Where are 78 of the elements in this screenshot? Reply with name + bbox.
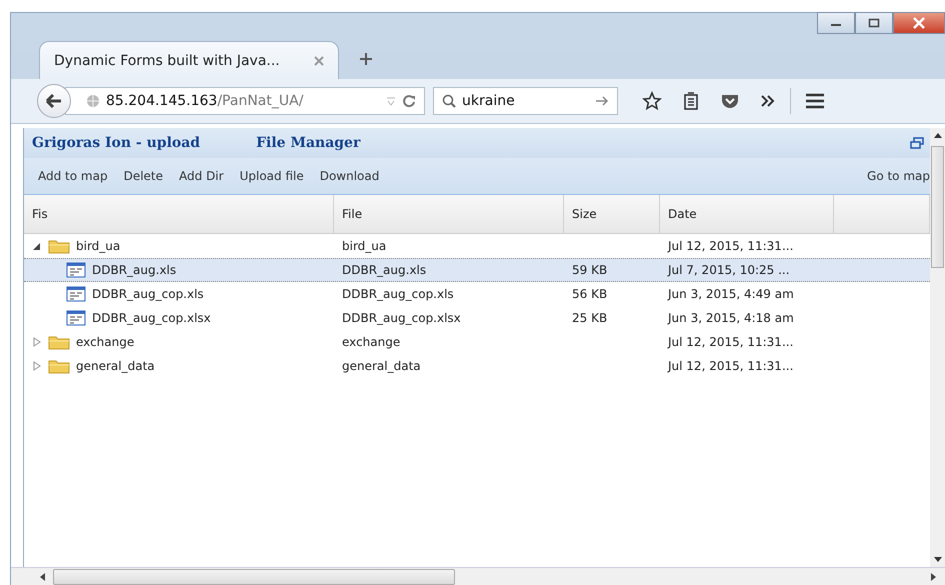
column-header[interactable]: Size [564,195,660,233]
horizontal-scrollbar[interactable] [11,567,945,585]
tree-row[interactable]: exchange exchange Jul 12, 2015, 11:31... [24,330,930,354]
toolbar-button[interactable]: Add Dir [171,165,232,187]
file-name: DDBR_aug_cop.xls [92,287,204,301]
search-field[interactable]: ukraine [433,87,618,115]
close-button[interactable] [893,12,945,34]
table-cell: Jul 12, 2015, 11:31... [668,335,794,349]
tree-row[interactable]: DDBR_aug.xls DDBR_aug.xls 59 KB Jul 7, 2015, 10:25 ... [24,258,930,282]
collapse-icon[interactable] [32,241,42,251]
search-icon [442,94,456,108]
reading-list-icon[interactable] [682,91,700,111]
document-icon [66,286,86,302]
table-cell: DDBR_aug_cop.xls [342,287,454,301]
close-icon [912,17,926,29]
folder-icon [48,334,70,350]
table-cell: 59 KB [572,263,608,277]
toolbar-button[interactable]: Add to map [30,165,116,187]
panel-title: File Manager [256,135,360,151]
table-cell: DDBR_aug.xls [342,263,426,277]
toolbar-button[interactable]: Download [312,165,388,187]
globe-icon [86,94,100,108]
tree-row[interactable]: general_data general_data Jul 12, 2015, 11:31... [24,354,930,378]
reload-icon[interactable] [402,94,416,108]
star-icon[interactable] [642,91,662,111]
file-name: bird_ua [76,239,120,253]
table-cell: Jun 3, 2015, 4:18 am [668,311,794,325]
new-tab-icon[interactable] [359,52,373,66]
scroll-thumb[interactable] [53,569,455,585]
tree-row[interactable]: DDBR_aug_cop.xlsx DDBR_aug_cop.xlsx 25 KB Jun 3, 2015, 4:18 am [24,306,930,330]
maximize-button[interactable] [855,12,893,34]
back-button[interactable] [37,84,71,118]
table-cell: Jul 7, 2015, 10:25 ... [668,263,790,277]
table-cell: DDBR_aug_cop.xlsx [342,311,461,325]
expand-icon[interactable] [32,361,42,371]
maximize-icon [867,18,881,28]
arrow-icon[interactable] [595,95,609,107]
column-header[interactable]: Fis [24,195,334,233]
column-header[interactable]: Date [660,195,834,233]
document-icon [66,262,86,278]
vertical-scrollbar[interactable] [930,128,945,567]
table-cell: Jun 3, 2015, 4:49 am [668,287,794,301]
pocket-icon[interactable] [720,92,740,110]
scroll-up-icon[interactable] [934,132,942,138]
tree-row[interactable]: bird_ua bird_ua Jul 12, 2015, 11:31... [24,234,930,258]
restore-icon[interactable] [910,137,924,149]
user-label: Grigoras Ion - upload [32,135,200,151]
toolbar-button[interactable]: Upload file [232,165,312,187]
scroll-thumb[interactable] [931,146,944,268]
folder-icon [48,238,70,254]
folder-icon [48,358,70,374]
table-cell: bird_ua [342,239,386,253]
address-field[interactable]: 85.204.145.163/PanNat_UA/ [65,87,425,115]
minimize-button[interactable] [817,12,855,34]
browser-tab[interactable]: Dynamic Forms built with Java... [39,41,339,79]
table-cell: 56 KB [572,287,608,301]
table-cell: 25 KB [572,311,608,325]
scroll-right-icon[interactable] [931,573,937,581]
column-header[interactable]: File [334,195,564,233]
file-name: DDBR_aug_cop.xlsx [92,311,211,325]
toolbar-button[interactable]: Delete [116,165,172,187]
back-arrow-icon [46,94,62,108]
scroll-down-icon[interactable] [934,557,942,563]
table-cell: Jul 12, 2015, 11:31... [668,359,794,373]
menu-icon[interactable] [805,93,825,109]
go-to-map-button[interactable]: Go to map [859,165,930,187]
table-cell: general_data [342,359,421,373]
tree-row[interactable]: DDBR_aug_cop.xls DDBR_aug_cop.xls 56 KB Jun 3, 2015, 4:49 am [24,282,930,306]
file-name: exchange [76,335,134,349]
file-name: DDBR_aug.xls [92,263,176,277]
table-cell: exchange [342,335,400,349]
table-cell: Jul 12, 2015, 11:31... [668,239,794,253]
scroll-left-icon[interactable] [39,573,45,581]
chevrons-icon[interactable] [760,94,776,108]
file-name: general_data [76,359,155,373]
close-icon[interactable] [314,56,324,66]
document-icon [66,310,86,326]
expand-icon[interactable] [32,337,42,347]
